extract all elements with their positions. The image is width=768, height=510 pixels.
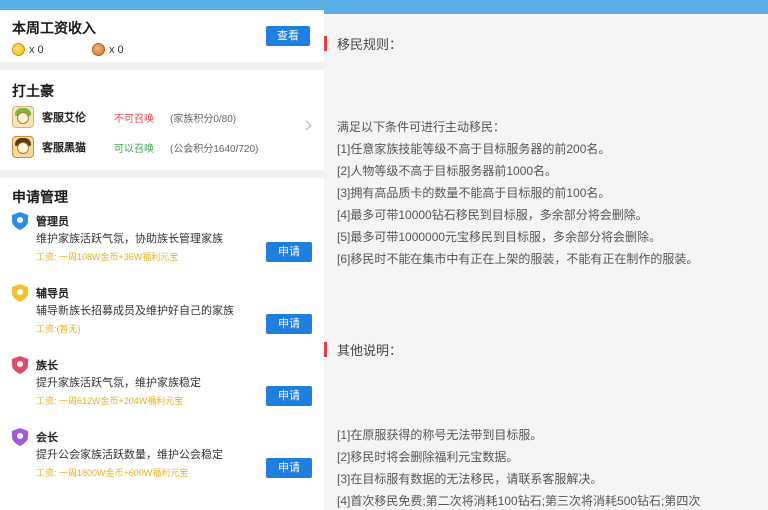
gold-coin-count: x 0 [29,43,44,56]
tuhao-title: 打土豪 [12,83,54,99]
gold-coin-counter: x 0 [12,43,44,56]
migration-rules-heading: 移民规则： [324,34,402,52]
shield-icon [12,284,28,302]
weekly-wage-card: 本周工资收入 x 0 x 0 查看 [0,10,324,62]
weekly-wage-title: 本周工资收入 [12,20,96,36]
role-description: 辅导新族长招募成员及维护好自己的家族 [36,305,234,317]
copper-coin-count: x 0 [109,43,124,56]
family-panel: 本周工资收入 x 0 x 0 查看 打土豪 客服艾伦 不可召唤 (家族积分0/8… [0,0,324,510]
role-name: 辅导员 [36,288,69,300]
tuhao-status: 不可召唤 [114,113,154,125]
tuhao-status: 可以召唤 [114,143,154,155]
apply-admin-button[interactable]: 申请 [266,242,312,262]
rule-item: [2]人物等级不高于目标服务器前1000名。 [337,164,558,178]
migration-rules-intro: 满足以下条件可进行主动移民： [337,120,506,134]
rule-item: [6]移民时不能在集市中有正在上架的服装，不能有正在制作的服装。 [337,252,699,266]
tuhao-row: 客服黑猫 可以召唤 (公会积分1640/720) [12,136,258,158]
note-item: [2]移民时将会删除福利元宝数据。 [337,450,519,464]
note-item: [4]首次移民免费;第二次将消耗100钻石;第三次将消耗500钻石;第四次 [337,494,701,508]
shield-icon [12,212,28,230]
gold-coin-icon [12,43,25,56]
role-name: 会长 [36,432,58,444]
migration-rules-title: 移民规则： [337,36,403,52]
role-wage: 工资:(暂无) [36,324,81,334]
apply-management-card: 申请管理 管理员 维护家族活跃气氛，协助族长管理家族 工资: 一周108W金币+… [0,178,324,510]
apply-president-button[interactable]: 申请 [266,458,312,478]
chevron-right-icon[interactable] [301,120,312,131]
tuhao-score: (家族积分0/80) [170,113,237,125]
rule-item: [1]任意家族技能等级不高于目标服务器的前200名。 [337,142,611,156]
note-item: [3]在目标服有数据的无法移民，请联系客服解决。 [337,472,603,486]
screenshot-root: 本周工资收入 x 0 x 0 查看 打土豪 客服艾伦 不可召唤 (家族积分0/8… [0,0,768,510]
other-notes-title: 其他说明： [337,342,403,358]
tuhao-score: (公会积分1640/720) [170,143,259,155]
heading-bar [324,35,327,51]
apply-management-title: 申请管理 [12,189,68,205]
avatar [12,106,34,128]
tuhao-row: 客服艾伦 不可召唤 (家族积分0/80) [12,106,236,128]
copper-coin-counter: x 0 [92,43,124,56]
heading-bar [324,341,327,357]
apply-patriarch-button[interactable]: 申请 [266,386,312,406]
role-name: 族长 [36,360,58,372]
rule-item: [3]拥有高品质卡的数量不能高于目标服的前100名。 [337,186,611,200]
tuhao-name: 客服黑猫 [42,142,86,154]
tuhao-card[interactable]: 打土豪 客服艾伦 不可召唤 (家族积分0/80) 客服黑猫 可以召唤 (公会积分… [0,70,324,170]
rule-item: [4]最多可带10000钻石移民到目标服，多余部分将会删除。 [337,208,648,222]
rule-item: [5]最多可带1000000元宝移民到目标服，多余部分将会删除。 [337,230,662,244]
role-wage: 工资: 一周612W金币+204W福利元宝 [36,396,184,406]
role-description: 提升公会家族活跃数量，维护公会稳定 [36,449,223,461]
shield-icon [12,356,28,374]
other-notes-heading: 其他说明： [324,340,402,358]
avatar [12,136,34,158]
view-wage-button[interactable]: 查看 [266,26,310,46]
top-bar [324,0,768,14]
migration-rules-panel: 移民规则： 满足以下条件可进行主动移民： [1]任意家族技能等级不高于目标服务器… [324,0,768,510]
role-description: 提升家族活跃气氛，维护家族稳定 [36,377,201,389]
copper-coin-icon [92,43,105,56]
role-name: 管理员 [36,216,69,228]
note-item: [1]在原服获得的称号无法带到目标服。 [337,428,543,442]
top-bar [0,0,324,10]
role-description: 维护家族活跃气氛，协助族长管理家族 [36,233,223,245]
apply-counselor-button[interactable]: 申请 [266,314,312,334]
tuhao-name: 客服艾伦 [42,112,86,124]
role-wage: 工资: 一周1800W金币+600W福利元宝 [36,468,189,478]
shield-icon [12,428,28,446]
role-wage: 工资: 一周108W金币+36W福利元宝 [36,252,179,262]
